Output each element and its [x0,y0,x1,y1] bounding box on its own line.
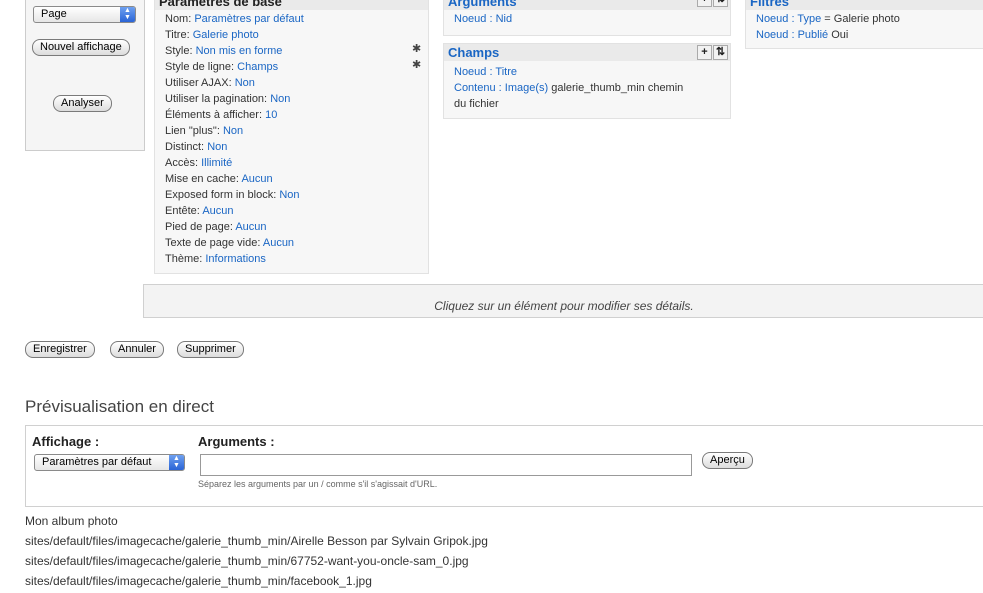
filter-item[interactable]: Noeud : Publié Oui [756,27,848,43]
display-label: Affichage : [32,434,100,449]
setting-value-link[interactable]: Aucun [202,205,233,217]
setting-label: Accès: [165,157,199,169]
details-hint: Cliquez sur un élément pour modifier ses… [434,299,694,313]
setting-value-link[interactable]: Non [235,77,255,89]
setting-row: Style de ligne: Champs [165,59,278,75]
setting-row: Pied de page: Aucun [165,219,267,235]
setting-value-link[interactable]: Non [223,125,243,137]
preview-display-value: Paramètres par défaut [42,456,152,468]
setting-value-link[interactable]: Non [279,189,299,201]
select-arrows-icon: ▲ ▼ [169,455,184,470]
field-link[interactable]: Contenu : Image(s) [454,82,548,94]
preview-button[interactable]: Aperçu [702,452,753,469]
filters-title[interactable]: Filtres [746,0,983,10]
fields-title[interactable]: Champs [444,44,730,61]
output-line: sites/default/files/imagecache/galerie_t… [25,554,469,568]
setting-row: Titre: Galerie photo [165,27,259,43]
setting-label: Lien "plus": [165,125,220,137]
filter-link[interactable]: Noeud : Type [756,13,821,25]
argument-item[interactable]: Noeud : Nid [454,11,512,27]
field-item[interactable]: Noeud : Titre [454,64,517,80]
setting-label: Entête: [165,205,200,217]
output-line: sites/default/files/imagecache/galerie_t… [25,534,488,548]
gear-icon[interactable]: ✱ [412,60,423,71]
arguments-hint: Séparez les arguments par un / comme s'i… [198,479,438,489]
setting-value-link[interactable]: Non [270,93,290,105]
arguments-label: Arguments : [198,434,275,449]
output-line: Mon album photo [25,514,118,528]
field-item[interactable]: Contenu : Image(s) galerie_thumb_min che… [454,80,683,96]
setting-label: Utiliser AJAX: [165,77,232,89]
setting-label: Distinct: [165,141,205,153]
setting-label: Style de ligne: [165,61,235,73]
filter-link[interactable]: Noeud : Publié [756,29,828,41]
setting-value-link[interactable]: Galerie photo [193,29,259,41]
field-link[interactable]: Noeud : Titre [454,66,517,78]
new-display-button[interactable]: Nouvel affichage [32,39,130,56]
preview-heading: Prévisualisation en direct [25,397,214,416]
setting-label: Texte de page vide: [165,237,261,249]
field-detail: galerie_thumb_min chemin [548,82,684,94]
filter-item[interactable]: Noeud : Type = Galerie photo [756,11,900,27]
select-arrows-icon: ▲ ▼ [120,7,135,22]
setting-row: Style: Non mis en forme [165,43,282,59]
arguments-title[interactable]: Arguments [444,0,730,10]
setting-label: Exposed form in block: [165,189,277,201]
details-hint-bar: Cliquez sur un élément pour modifier ses… [143,284,983,318]
gear-icon[interactable]: ✱ [412,44,423,55]
setting-row: Utiliser la pagination: Non [165,91,290,107]
rearrange-icon[interactable]: ⇅ [713,0,728,7]
setting-row: Distinct: Non [165,139,227,155]
add-field-icon[interactable]: + [697,45,712,60]
setting-value-link[interactable]: Illimité [201,157,232,169]
setting-value-link[interactable]: Aucun [241,173,272,185]
display-select-value: Page [41,8,67,20]
field-detail-continued: du fichier [454,98,499,110]
setting-label: Titre: [165,29,190,41]
arguments-input[interactable] [200,454,692,476]
output-line: sites/default/files/imagecache/galerie_t… [25,574,372,588]
setting-label: Thème: [165,253,203,265]
cancel-button[interactable]: Annuler [110,341,164,358]
setting-value-link[interactable]: Aucun [235,221,266,233]
filter-value: = Galerie photo [821,13,900,25]
setting-row: Exposed form in block: Non [165,187,300,203]
setting-value-link[interactable]: Champs [237,61,278,73]
argument-link[interactable]: Noeud : Nid [454,13,512,25]
setting-label: Nom: [165,13,192,25]
setting-value-link[interactable]: Informations [205,253,266,265]
setting-row: Nom: Paramètres par défaut [165,11,304,27]
display-select[interactable]: Page ▲ ▼ [33,6,136,23]
setting-row: Accès: Illimité [165,155,232,171]
delete-button[interactable]: Supprimer [177,341,244,358]
setting-row: Thème: Informations [165,251,266,267]
basic-settings-title: Paramètres de base [155,0,428,10]
save-button[interactable]: Enregistrer [25,341,95,358]
setting-label: Éléments à afficher: [165,109,263,121]
setting-label: Mise en cache: [165,173,239,185]
preview-display-select[interactable]: Paramètres par défaut ▲ ▼ [34,454,185,471]
analyze-button[interactable]: Analyser [53,95,112,112]
setting-row: Entête: Aucun [165,203,234,219]
setting-row: Lien "plus": Non [165,123,243,139]
setting-row: Utiliser AJAX: Non [165,75,255,91]
setting-row: Texte de page vide: Aucun [165,235,294,251]
setting-label: Utiliser la pagination: [165,93,268,105]
setting-value-link[interactable]: Aucun [263,237,294,249]
setting-value-link[interactable]: 10 [265,109,277,121]
setting-value-link[interactable]: Non [207,141,227,153]
setting-label: Style: [165,45,193,57]
setting-row: Éléments à afficher: 10 [165,107,277,123]
setting-row: Mise en cache: Aucun [165,171,273,187]
setting-value-link[interactable]: Non mis en forme [196,45,283,57]
filter-value: Oui [828,29,849,41]
setting-label: Pied de page: [165,221,233,233]
add-icon[interactable]: + [697,0,712,7]
setting-value-link[interactable]: Paramètres par défaut [194,13,303,25]
rearrange-fields-icon[interactable]: ⇅ [713,45,728,60]
